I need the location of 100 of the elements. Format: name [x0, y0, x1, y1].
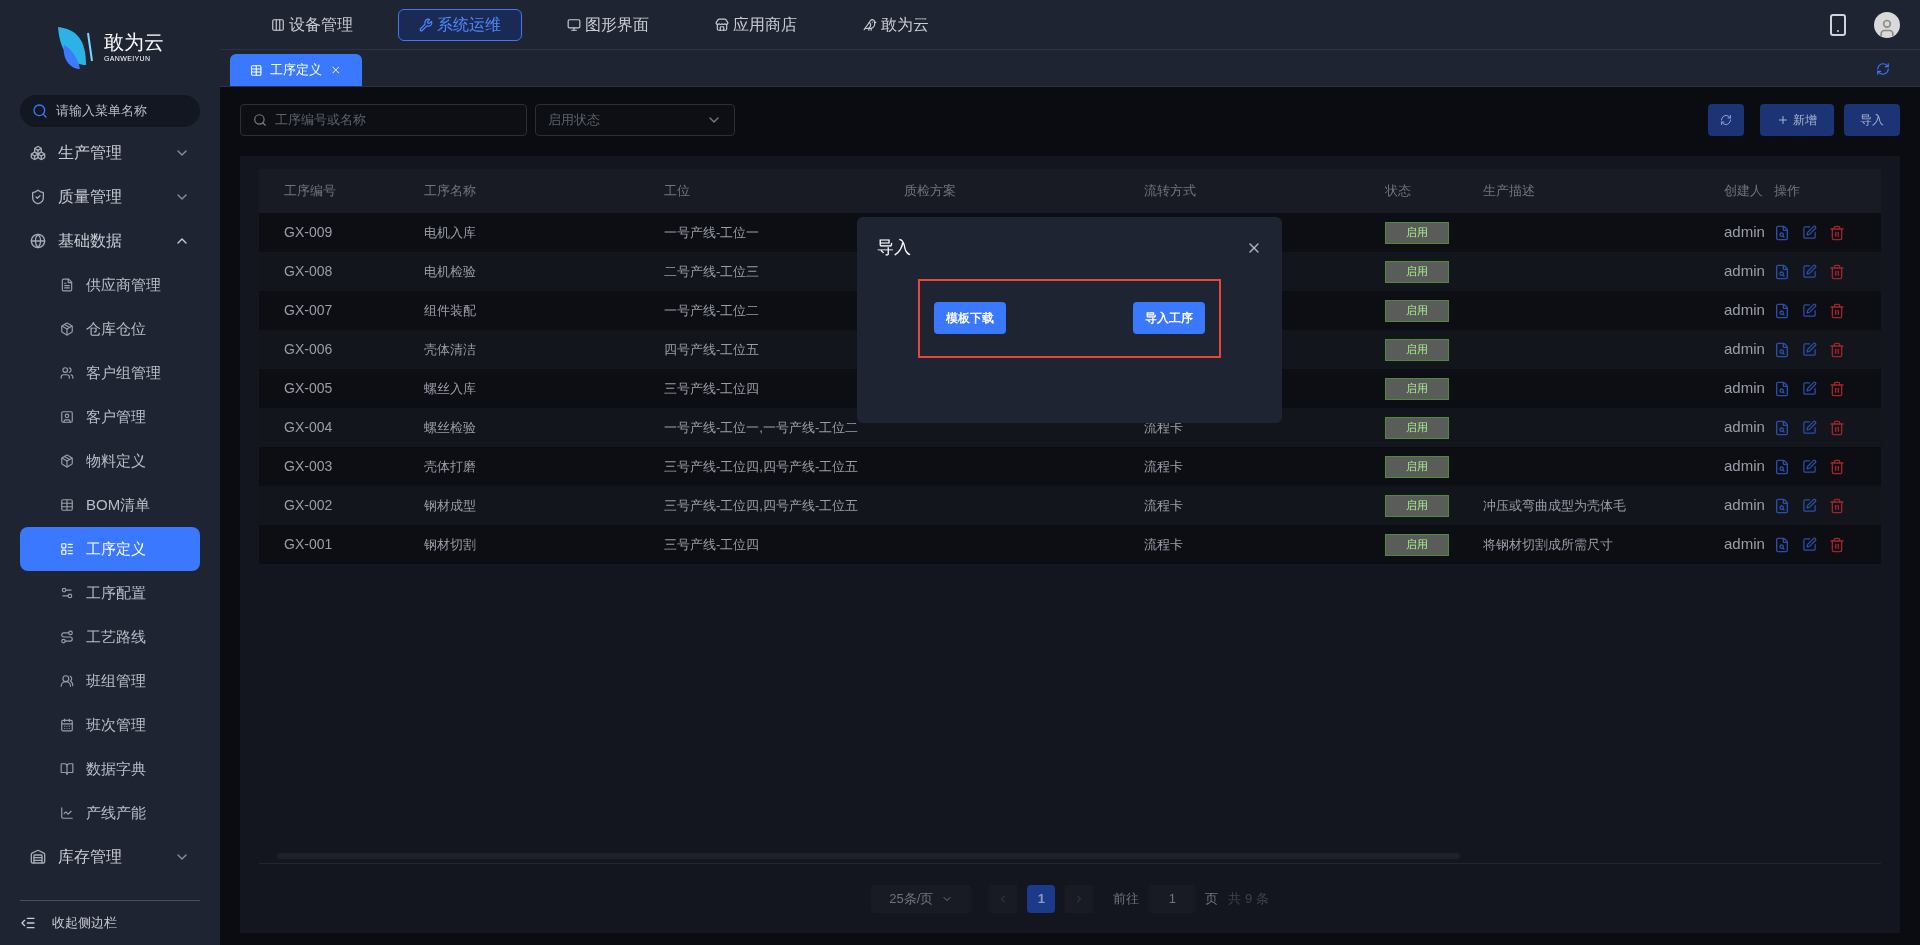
view-icon[interactable]	[1774, 224, 1790, 241]
nav-tab[interactable]: 敢为云	[842, 8, 950, 41]
table-cell-text: 螺丝入库	[424, 379, 476, 398]
delete-icon[interactable]	[1829, 224, 1845, 241]
collapse-icon	[20, 915, 36, 931]
nav-tab[interactable]: 应用商店	[694, 8, 818, 41]
nav-icon	[419, 17, 433, 32]
page-number-field[interactable]: 1	[1149, 884, 1196, 913]
delete-icon[interactable]	[1829, 263, 1845, 280]
edit-icon[interactable]	[1802, 381, 1817, 396]
menu-item-icon	[60, 630, 74, 644]
edit-icon[interactable]	[1802, 498, 1817, 513]
menu-group-icon	[30, 849, 46, 865]
delete-icon[interactable]	[1829, 302, 1845, 319]
table-cell-text: GX-004	[284, 418, 333, 437]
table-cell: 冲压或弯曲成型为壳体毛	[1483, 498, 1626, 513]
view-icon[interactable]	[1774, 380, 1790, 397]
avatar[interactable]	[1874, 11, 1900, 38]
menu-group[interactable]: 基础数据	[0, 219, 220, 263]
dialog-button[interactable]: 模板下载	[934, 302, 1006, 334]
menu-item[interactable]: 工序定义	[20, 527, 200, 571]
logo-name: 敢为云	[104, 30, 164, 55]
dialog-button[interactable]: 导入工序	[1133, 302, 1205, 334]
menu-group-label: 库存管理	[58, 847, 123, 867]
menu-group[interactable]: 质量管理	[0, 175, 220, 219]
edit-icon[interactable]	[1802, 264, 1817, 279]
collapse-sidebar-button[interactable]: 收起侧边栏	[0, 901, 220, 945]
nav-tab[interactable]: 设备管理	[250, 8, 374, 41]
menu-item[interactable]: 客户组管理	[20, 351, 200, 395]
status-tag: 启用	[1385, 533, 1449, 556]
menu-search-input[interactable]: 请输入菜单名称	[56, 101, 188, 121]
plus-icon	[1777, 114, 1789, 126]
view-icon[interactable]	[1774, 263, 1790, 280]
page-tab[interactable]: 工序定义	[230, 54, 362, 86]
import-button[interactable]: 导入	[1844, 104, 1900, 136]
menu-item-icon	[60, 762, 74, 776]
menu-item-icon	[60, 674, 74, 688]
table-cell-text: 三号产线-工位四	[664, 379, 760, 398]
edit-icon[interactable]	[1802, 303, 1817, 318]
search-input[interactable]: 工序编号或名称	[275, 110, 514, 130]
menu-group-label: 基础数据	[58, 231, 123, 251]
menu-item[interactable]: 班次管理	[20, 703, 200, 747]
delete-icon[interactable]	[1829, 380, 1845, 397]
delete-icon[interactable]	[1829, 536, 1845, 553]
nav-icon	[567, 17, 581, 32]
view-icon[interactable]	[1774, 536, 1790, 553]
edit-icon[interactable]	[1802, 459, 1817, 474]
delete-icon[interactable]	[1829, 419, 1845, 436]
table-cell-text: admin	[1724, 495, 1765, 516]
reload-icon[interactable]	[1876, 62, 1890, 76]
menu-item[interactable]: 仓库仓位	[20, 307, 200, 351]
delete-icon[interactable]	[1829, 458, 1845, 475]
menu-item[interactable]: 工序配置	[20, 571, 200, 615]
view-icon[interactable]	[1774, 302, 1790, 319]
status-tag: 启用	[1385, 221, 1449, 244]
view-icon[interactable]	[1774, 341, 1790, 358]
view-icon[interactable]	[1774, 497, 1790, 514]
nav-icon	[715, 17, 729, 32]
search-field[interactable]: 工序编号或名称	[240, 104, 527, 136]
edit-icon[interactable]	[1802, 225, 1817, 240]
edit-icon[interactable]	[1802, 342, 1817, 357]
column-header: 流转方式	[1144, 182, 1196, 201]
nav-tab[interactable]: 系统运维	[398, 8, 522, 41]
menu-group-label: 生产管理	[58, 143, 123, 163]
status-tag: 启用	[1385, 494, 1449, 517]
menu-item-icon	[60, 806, 74, 820]
column-header: 工序编号	[284, 182, 336, 201]
menu-item-icon	[60, 366, 74, 380]
view-icon[interactable]	[1774, 458, 1790, 475]
menu-item[interactable]: 工艺路线	[20, 615, 200, 659]
menu-group[interactable]: 生产管理	[0, 131, 220, 175]
refresh-button[interactable]	[1708, 104, 1744, 136]
search-icon	[253, 113, 267, 127]
menu-item[interactable]: 数据字典	[20, 747, 200, 791]
menu-item[interactable]: 班组管理	[20, 659, 200, 703]
menu-group[interactable]: 库存管理	[0, 835, 220, 879]
menu-item[interactable]: 产线产能	[20, 791, 200, 835]
tab-icon	[250, 63, 263, 77]
table-cell-text: GX-005	[284, 379, 333, 398]
menu-item[interactable]: 客户管理	[20, 395, 200, 439]
page-size-select[interactable]: 25条/页	[871, 884, 972, 913]
page-button[interactable]: 1	[1027, 884, 1056, 913]
edit-icon[interactable]	[1802, 420, 1817, 435]
view-icon[interactable]	[1774, 419, 1790, 436]
menu-search-field[interactable]: 请输入菜单名称	[20, 95, 200, 127]
table-cell-text: GX-009	[284, 223, 333, 242]
add-button[interactable]: 新增	[1760, 104, 1834, 136]
table-cell-text: 三号产线-工位四	[664, 535, 760, 554]
menu-item[interactable]: 供应商管理	[20, 263, 200, 307]
menu-item-icon	[60, 498, 74, 512]
menu-item[interactable]: BOM清单	[20, 483, 200, 527]
menu-item[interactable]: 物料定义	[20, 439, 200, 483]
column-header: 创建人	[1724, 182, 1763, 201]
nav-tab[interactable]: 图形界面	[546, 8, 670, 41]
delete-icon[interactable]	[1829, 341, 1845, 358]
column-header: 操作	[1774, 182, 1800, 201]
edit-icon[interactable]	[1802, 537, 1817, 552]
delete-icon[interactable]	[1829, 497, 1845, 514]
table-cell-text: GX-008	[284, 262, 333, 281]
search-icon	[32, 103, 48, 119]
